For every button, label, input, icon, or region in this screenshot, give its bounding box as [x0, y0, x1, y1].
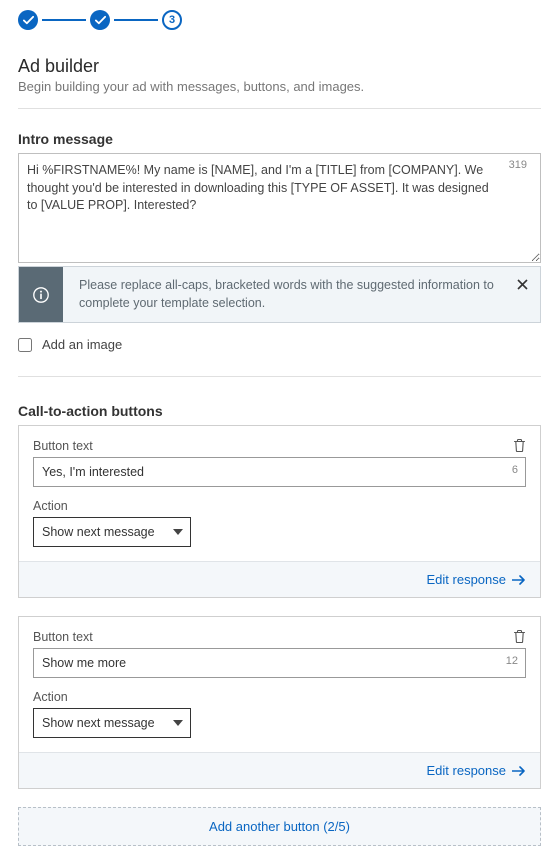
arrow-right-icon [512, 766, 526, 776]
cta-button-card: Button text 6 Action Show next message E… [18, 425, 541, 598]
close-icon [517, 279, 528, 290]
edit-response-label: Edit response [427, 763, 507, 778]
divider [18, 376, 541, 377]
edit-response-link[interactable]: Edit response [427, 572, 527, 587]
step-connector [114, 19, 158, 21]
cta-button-text-input[interactable] [33, 648, 526, 678]
step-3-current[interactable]: 3 [162, 10, 182, 30]
cta-char-count: 12 [506, 655, 518, 667]
cta-char-count: 6 [512, 464, 518, 476]
step-number: 3 [169, 14, 175, 26]
cta-action-value: Show next message [42, 716, 155, 730]
button-text-label: Button text [33, 439, 93, 453]
trash-icon [513, 438, 526, 453]
page-subtitle: Begin building your ad with messages, bu… [18, 79, 541, 94]
action-label: Action [33, 499, 526, 513]
intro-message-textarea[interactable] [18, 153, 541, 263]
edit-response-label: Edit response [427, 572, 507, 587]
cta-action-select[interactable]: Show next message [33, 517, 191, 547]
divider [18, 108, 541, 109]
add-image-label[interactable]: Add an image [42, 337, 122, 352]
cta-button-text-input[interactable] [33, 457, 526, 487]
cta-section-label: Call-to-action buttons [18, 403, 541, 419]
stepper: 3 [18, 10, 541, 30]
edit-response-link[interactable]: Edit response [427, 763, 527, 778]
cta-action-select[interactable]: Show next message [33, 708, 191, 738]
button-text-label: Button text [33, 630, 93, 644]
page-title: Ad builder [18, 56, 541, 77]
add-another-cta-button[interactable]: Add another button (2/5) [18, 807, 541, 846]
info-banner-close-button[interactable] [517, 267, 540, 322]
add-image-checkbox[interactable] [18, 338, 32, 352]
cta-button-card: Button text 12 Action Show next message … [18, 616, 541, 789]
info-banner-text: Please replace all-caps, bracketed words… [63, 267, 517, 322]
action-label: Action [33, 690, 526, 704]
cta-action-value: Show next message [42, 525, 155, 539]
check-icon [23, 15, 34, 26]
step-2-done[interactable] [90, 10, 110, 30]
step-connector [42, 19, 86, 21]
intro-char-count: 319 [509, 159, 527, 171]
delete-cta-button[interactable] [513, 438, 526, 453]
trash-icon [513, 629, 526, 644]
intro-label: Intro message [18, 131, 541, 147]
add-another-label: Add another button (2/5) [209, 819, 350, 834]
step-1-done[interactable] [18, 10, 38, 30]
check-icon [95, 15, 106, 26]
info-icon [19, 267, 63, 322]
delete-cta-button[interactable] [513, 629, 526, 644]
info-banner: Please replace all-caps, bracketed words… [18, 266, 541, 323]
arrow-right-icon [512, 575, 526, 585]
